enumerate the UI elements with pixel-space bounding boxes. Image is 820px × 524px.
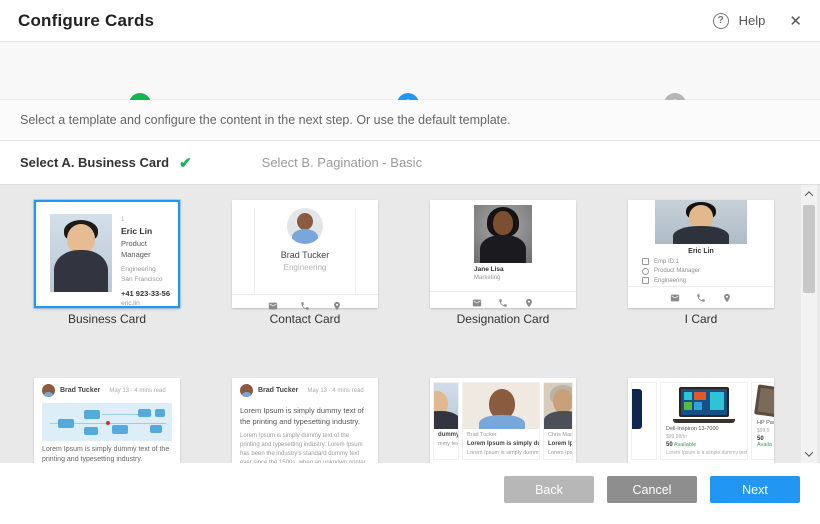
- panel-text: Lorem Ipsum is simply dummy text of the: [463, 447, 539, 456]
- template-select-tabs: Select A. Business Card ✔ Select B. Pagi…: [0, 141, 820, 185]
- tab-select-b-pagination-basic[interactable]: Select B. Pagination - Basic: [262, 155, 422, 170]
- product-stock-label: Availa: [757, 442, 772, 448]
- template-carousel-card[interactable]: dummy mmy text of the Brad Tucker Lorem …: [430, 378, 576, 463]
- person-photo: [544, 383, 572, 429]
- mail-icon: [268, 301, 278, 311]
- product-image-partial: [631, 389, 642, 429]
- product-description: Lorem Ipsum is a simple dummy text of th…: [661, 448, 747, 456]
- card-dept: Engineering: [121, 265, 170, 275]
- template-blog-card[interactable]: Brad Tucker May 13 · 4 mins read Lorem I…: [34, 378, 180, 463]
- product-price: $99.99/hr: [661, 432, 747, 440]
- template-i-card[interactable]: Eric Lin Emp ID:1 Product Manager Engine…: [628, 200, 774, 308]
- product-stock-label: Available: [674, 442, 696, 448]
- template-gallery: 1 Eric Lin Product Manager Engineering S…: [0, 185, 820, 463]
- panel-heading: dummy: [434, 429, 458, 438]
- template-label-contact-card: Contact Card: [232, 312, 378, 326]
- next-button[interactable]: Next: [710, 476, 800, 503]
- card-name: Jane Lisa: [474, 266, 532, 273]
- card-city: San Francisco: [121, 275, 170, 285]
- scroll-down-button[interactable]: [801, 445, 817, 463]
- configure-cards-dialog: Configure Cards ? Help ✕ ✓ 2 3 Data Temp…: [0, 0, 820, 524]
- mail-icon: [670, 293, 680, 303]
- i-card-photo: [655, 200, 747, 244]
- gallery-scrollbar[interactable]: [801, 185, 817, 463]
- panel-text: Lorem Ipsum is sim: [544, 447, 572, 456]
- person-photo: [463, 383, 539, 429]
- tab-a-label: Select A. Business Card: [20, 155, 169, 170]
- help-icon[interactable]: ?: [713, 13, 729, 29]
- close-icon[interactable]: ✕: [789, 12, 802, 30]
- location-icon: [524, 298, 534, 308]
- contact-card-avatar: [287, 208, 323, 244]
- panel-text: mmy text of the: [434, 438, 458, 447]
- chevron-down-icon: [805, 448, 813, 456]
- author-avatar: [240, 384, 253, 397]
- card-title: Product Manager: [654, 268, 700, 274]
- dialog-header: Configure Cards ? Help ✕: [0, 0, 820, 42]
- author-avatar: [42, 384, 55, 397]
- card-emp-id: Emp ID:1: [654, 259, 679, 265]
- card-dept: Marketing: [474, 275, 532, 281]
- grid-icon: [642, 277, 649, 284]
- panel-heading: Lorem Ipsum is simply dummy: [463, 438, 539, 447]
- scroll-up-button[interactable]: [801, 185, 817, 203]
- page-title: Configure Cards: [18, 11, 154, 31]
- template-label-business-card: Business Card: [34, 312, 180, 326]
- card-title: Product Manager: [121, 238, 170, 261]
- mail-icon: [472, 298, 482, 308]
- wizard-stepper: ✓ 2 3 Data Template Bind Fields: [0, 42, 820, 100]
- person-name: Brad Tucker: [463, 429, 539, 438]
- dialog-footer: Back Cancel Next: [0, 463, 820, 524]
- article-body: Lorem Ipsum is simply dummy text of the …: [232, 427, 378, 463]
- laptop-image: [673, 387, 735, 423]
- article-heading: Lorem Ipsum is simply dummy text of the …: [232, 401, 378, 427]
- card-phone: +41 923-33-56: [121, 288, 170, 299]
- scrollbar-thumb[interactable]: [803, 205, 815, 293]
- instruction-text: Select a template and configure the cont…: [0, 100, 820, 141]
- designation-card-photo: [474, 205, 532, 263]
- template-product-card[interactable]: Dell-Inspiron 13-7000 $99.99/hr 50 Avail…: [628, 378, 774, 463]
- badge-icon: [642, 258, 649, 265]
- template-article-card[interactable]: Brad Tucker May 13 · 4 mins read Lorem I…: [232, 378, 378, 463]
- template-business-card[interactable]: 1 Eric Lin Product Manager Engineering S…: [34, 200, 180, 308]
- template-label-i-card: I Card: [628, 312, 774, 326]
- card-name: Eric Lin: [642, 248, 760, 255]
- cancel-button[interactable]: Cancel: [607, 476, 697, 503]
- template-designation-card[interactable]: Jane Lisa Marketing: [430, 200, 576, 308]
- panel-heading: Lorem Ipsum is a: [544, 438, 572, 447]
- person-photo: [434, 383, 458, 429]
- author-name: Brad Tucker: [258, 387, 298, 394]
- phone-icon: [498, 298, 508, 308]
- product-price: $99.9: [752, 426, 774, 434]
- person-name: Chris Madison: [544, 429, 572, 438]
- business-card-photo: [50, 214, 112, 292]
- card-name: Eric Lin: [121, 225, 170, 238]
- back-button[interactable]: Back: [504, 476, 594, 503]
- location-icon: [722, 293, 732, 303]
- help-button[interactable]: Help: [739, 13, 766, 28]
- person-icon: [642, 268, 649, 275]
- template-contact-card[interactable]: Brad Tucker Engineering: [232, 200, 378, 308]
- product-name: HP Pavi: [752, 417, 774, 426]
- post-meta: May 13 · 4 mins read: [109, 388, 165, 394]
- product-name: Dell-Inspiron 13-7000: [661, 423, 747, 432]
- author-name: Brad Tucker: [60, 387, 100, 394]
- phone-icon: [696, 293, 706, 303]
- chevron-up-icon: [805, 191, 813, 199]
- flowchart-thumbnail: [42, 403, 172, 441]
- check-icon: ✔: [179, 154, 192, 172]
- post-excerpt: Lorem Ipsum is simply dummy text of the …: [34, 441, 180, 463]
- tab-select-a-business-card[interactable]: Select A. Business Card ✔: [20, 154, 192, 172]
- location-icon: [332, 301, 342, 311]
- product-image-partial: [754, 384, 774, 419]
- card-email: eric.lin: [121, 299, 170, 309]
- post-meta: May 13 · 4 mins read: [307, 388, 363, 394]
- template-label-designation-card: Designation Card: [430, 312, 576, 326]
- card-index: 1: [121, 216, 170, 225]
- phone-icon: [300, 301, 310, 311]
- product-stock-count: 50: [666, 442, 673, 448]
- card-dept: Engineering: [654, 278, 686, 284]
